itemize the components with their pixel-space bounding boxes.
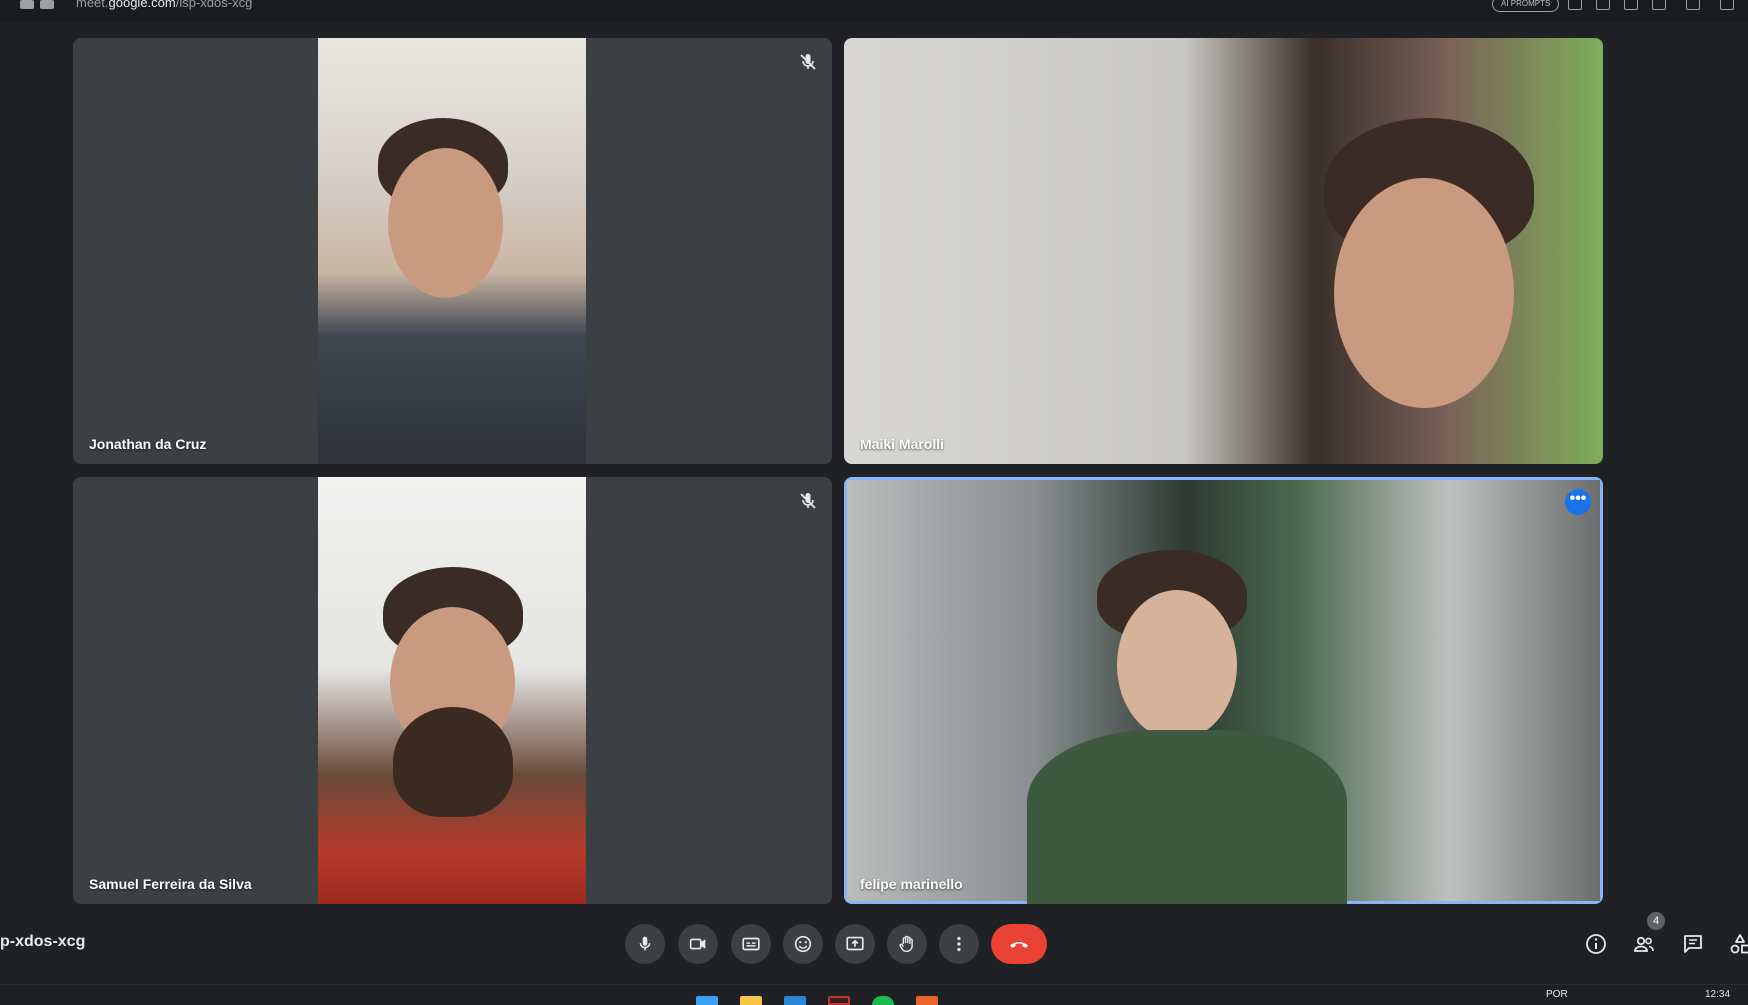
participant-face xyxy=(1334,178,1514,408)
video-feed xyxy=(318,477,586,904)
browser-menu-icons xyxy=(1686,0,1734,10)
people-icon xyxy=(1634,936,1654,952)
camera-button[interactable] xyxy=(678,924,718,964)
edit-extension-icon[interactable] xyxy=(1568,0,1582,10)
people-button[interactable] xyxy=(1630,930,1658,958)
meeting-details-button[interactable] xyxy=(1582,930,1610,958)
meet-favicon-icon[interactable] xyxy=(20,0,34,9)
url-path: /isp-xdos-xcg xyxy=(175,0,253,10)
chat-icon xyxy=(1684,935,1702,953)
meeting-code: p-xdos-xcg xyxy=(0,933,86,950)
end-call-icon xyxy=(1010,942,1028,948)
taskbar-clock[interactable]: 12:34 xyxy=(1705,989,1730,1000)
video-feed xyxy=(844,38,1603,464)
participant-name: Samuel Ferreira da Silva xyxy=(89,876,252,892)
present-button[interactable] xyxy=(835,924,875,964)
windows-taskbar: POR 12:34 xyxy=(0,984,1748,1005)
more-options-button[interactable] xyxy=(939,924,979,964)
participant-beard xyxy=(393,707,513,817)
language-indicator[interactable]: POR xyxy=(1546,989,1568,1000)
info-icon xyxy=(1586,934,1606,954)
browser-tab-icons xyxy=(20,0,54,9)
tab-icon[interactable] xyxy=(40,0,54,9)
captions-button[interactable] xyxy=(731,924,771,964)
screenshot-extension-icon[interactable] xyxy=(1596,0,1610,10)
raise-hand-button[interactable] xyxy=(887,924,927,964)
download-icon[interactable] xyxy=(1686,0,1700,10)
participant-name: felipe marinello xyxy=(860,876,963,892)
mic-off-icon xyxy=(800,493,816,509)
emoji-button[interactable] xyxy=(783,924,823,964)
present-icon xyxy=(846,936,864,951)
participant-tile-samuel[interactable]: Samuel Ferreira da Silva xyxy=(73,477,832,904)
participant-face xyxy=(388,148,503,298)
mic-button[interactable] xyxy=(625,924,665,964)
url-prefix: meet. xyxy=(76,0,109,10)
captions-icon xyxy=(742,937,760,951)
mic-icon xyxy=(639,936,651,951)
extension-icons xyxy=(1568,0,1666,10)
activities-icon xyxy=(1730,934,1748,954)
ai-prompts-button[interactable]: AI PROMPTS xyxy=(1492,0,1560,12)
mic-off-icon xyxy=(800,54,816,70)
video-feed xyxy=(847,480,1600,904)
participant-tile-maiki[interactable]: Maiki Marolli xyxy=(844,38,1603,464)
send-extension-icon[interactable] xyxy=(1624,0,1638,10)
heart-extension-icon[interactable] xyxy=(1652,0,1666,10)
participant-name: Jonathan da Cruz xyxy=(89,436,207,452)
end-call-button[interactable] xyxy=(991,924,1047,964)
camera-icon xyxy=(689,938,706,950)
chat-button[interactable] xyxy=(1679,930,1707,958)
participant-name: Maiki Marolli xyxy=(860,436,945,452)
activities-button[interactable] xyxy=(1726,930,1748,958)
participant-tile-felipe[interactable]: ••• felipe marinello xyxy=(844,477,1603,904)
participant-face xyxy=(1117,590,1237,740)
browser-toolbar: meet.google.com/isp-xdos-xcg AI PROMPTS xyxy=(0,0,1748,22)
video-feed xyxy=(318,38,586,464)
more-options-icon xyxy=(957,936,961,952)
address-bar[interactable]: meet.google.com/isp-xdos-xcg xyxy=(76,0,252,10)
participant-tile-jonathan[interactable]: Jonathan da Cruz xyxy=(73,38,832,464)
browser-menu-icon[interactable] xyxy=(1720,0,1734,10)
raise-hand-icon xyxy=(899,935,913,953)
more-options-button[interactable]: ••• xyxy=(1565,489,1591,515)
participant-count-badge: 4 xyxy=(1647,912,1665,930)
participant-shirt xyxy=(1027,730,1347,904)
emoji-icon xyxy=(794,935,812,953)
url-domain: google.com xyxy=(108,0,176,10)
